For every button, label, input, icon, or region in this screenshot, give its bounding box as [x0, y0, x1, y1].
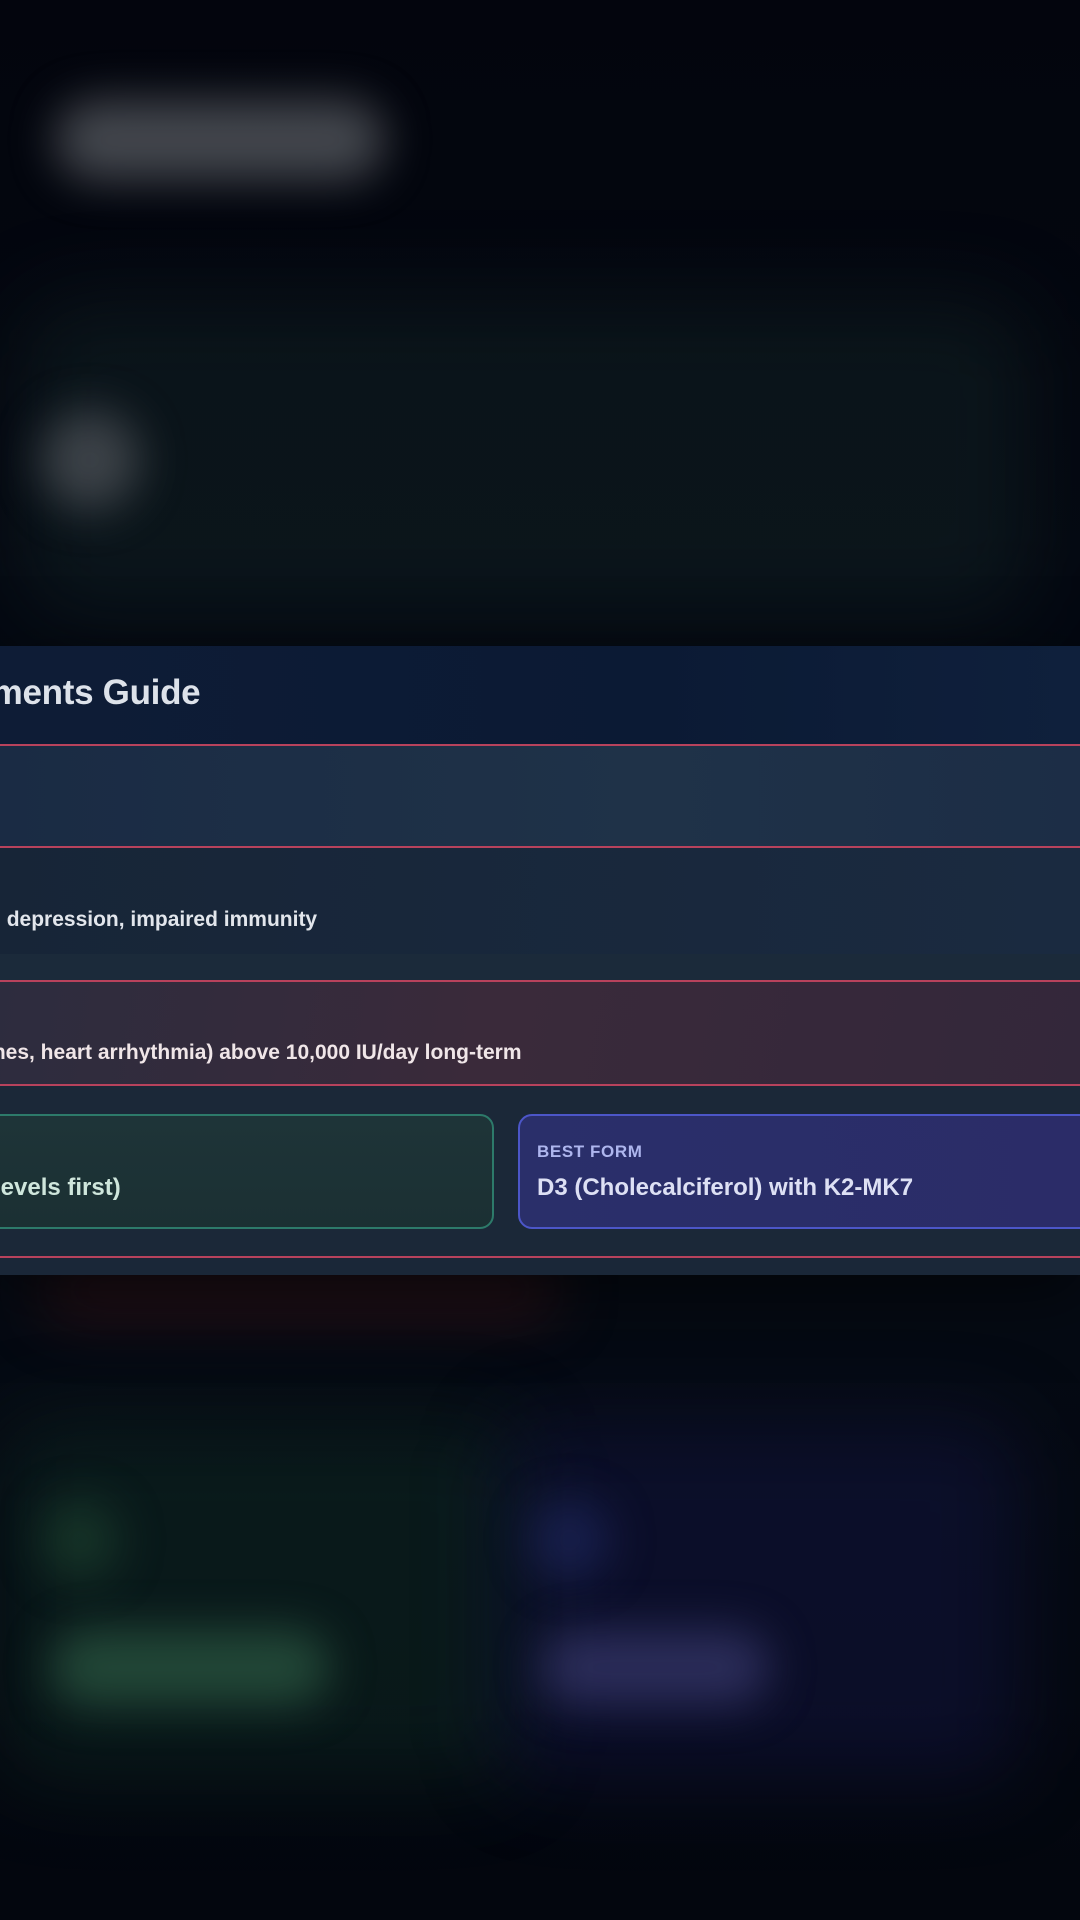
best-form-label: BEST FORM: [537, 1142, 643, 1161]
section-divider: [0, 954, 1080, 980]
best-form-value: D3 (Cholecalciferol) with K2-MK7: [537, 1174, 914, 1201]
risk-warning-text: ones, heart arrhythmia) above 10,000 IU/…: [0, 1041, 522, 1064]
blurred-green-dot: [40, 1500, 120, 1580]
symptoms-section: [0, 848, 1080, 954]
blurred-green-card: [0, 1420, 520, 1780]
blurred-blue-pill: [540, 1630, 770, 1705]
blurred-blue-card: [500, 1420, 1020, 1780]
dosage-tile: [0, 1114, 494, 1229]
card-section-band: [0, 746, 1080, 848]
blurred-avatar: [40, 410, 140, 510]
card-title: plements Guide: [0, 673, 201, 712]
blurred-heading: [55, 100, 385, 180]
blurred-background-card: [20, 300, 1030, 620]
blurred-green-pill: [50, 1630, 330, 1705]
app-screen: plements Guide ess, depression, impaired…: [0, 0, 1080, 1920]
dosage-tile-value: levels first): [0, 1174, 121, 1201]
blurred-blue-dot: [530, 1500, 610, 1580]
card-footer: [0, 1256, 1080, 1275]
symptoms-text: ess, depression, impaired immunity: [0, 908, 318, 931]
best-form-tile: [518, 1114, 1080, 1229]
supplement-guide-card: plements Guide ess, depression, impaired…: [0, 646, 1080, 1275]
risk-warning-section: [0, 980, 1080, 1086]
